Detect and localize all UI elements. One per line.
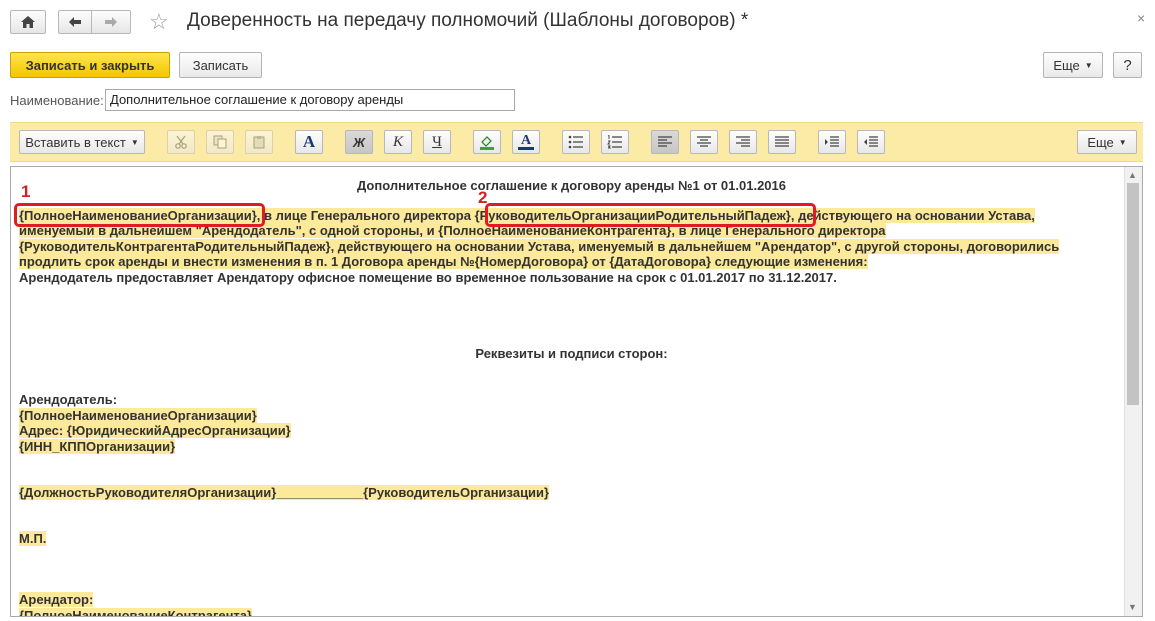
- text-fragment: {ПолноеНаименованиеОрганизации}: [19, 408, 257, 423]
- color-bar: [518, 147, 534, 150]
- bold-label: Ж: [352, 134, 366, 150]
- annotation-box-1: [14, 203, 265, 227]
- home-icon: [21, 16, 35, 28]
- text-color-button[interactable]: A: [512, 130, 540, 154]
- text-fragment: {ДолжностьРуководителяОрганизации}______…: [19, 485, 550, 500]
- dropdown-icon: ▼: [1118, 137, 1127, 147]
- font-icon: A: [302, 132, 316, 151]
- lessor-label: Арендодатель:: [19, 392, 118, 407]
- save-button[interactable]: Записать: [179, 52, 262, 78]
- paragraph-1-line-3: {РуководительКонтрагентаРодительныйПадеж…: [19, 239, 1060, 255]
- star-icon[interactable]: ☆: [149, 9, 169, 35]
- bullet-list-icon: [568, 135, 583, 149]
- window-title: Доверенность на передачу полномочий (Шаб…: [187, 10, 749, 31]
- text-fragment: , в лице Генерального директора: [256, 208, 475, 223]
- paragraph-2: Арендодатель предоставляет Арендатору оф…: [19, 270, 837, 285]
- scissors-icon: [175, 135, 187, 149]
- more-button[interactable]: Еще ▼: [1043, 52, 1103, 78]
- indent-increase-icon: [825, 136, 839, 147]
- arrow-left-icon: [69, 17, 81, 27]
- align-center-icon: [697, 136, 711, 147]
- font-button[interactable]: A: [295, 130, 323, 154]
- text-fragment: Арендатор:: [19, 592, 94, 607]
- italic-button[interactable]: К: [384, 130, 412, 154]
- lessee-name: {ПолноеНаименованиеКонтрагента}: [19, 608, 253, 616]
- text-fragment: {РуководительКонтрагентаРодительныйПадеж…: [19, 239, 1060, 254]
- align-justify-button[interactable]: [768, 130, 796, 154]
- align-right-button[interactable]: [729, 130, 757, 154]
- indent-decrease-button[interactable]: [857, 130, 885, 154]
- name-label: Наименование:: [10, 93, 104, 108]
- indent-decrease-icon: [864, 136, 878, 147]
- close-icon[interactable]: ×: [1137, 10, 1145, 26]
- vertical-scrollbar[interactable]: ▲ ▼: [1124, 167, 1142, 616]
- copy-icon: [213, 135, 227, 149]
- scrollbar-thumb[interactable]: [1127, 183, 1139, 405]
- paint-bucket-icon: [480, 136, 494, 150]
- bold-button[interactable]: Ж: [345, 130, 373, 154]
- name-input[interactable]: Дополнительное соглашение к договору аре…: [105, 89, 515, 111]
- text-fragment: , действующего на основании Устава,: [790, 208, 1035, 223]
- more-label: Еще: [1053, 57, 1080, 73]
- lessor-name: {ПолноеНаименованиеОрганизации}: [19, 408, 257, 424]
- numbered-list-button[interactable]: [601, 130, 629, 154]
- paste-button[interactable]: [245, 130, 273, 154]
- text-fragment: {ПолноеНаименованиеКонтрагента}: [19, 608, 253, 616]
- annotation-box-2: [485, 203, 816, 227]
- dropdown-icon: ▼: [1084, 60, 1093, 70]
- annotation-number-1: 1: [21, 182, 31, 201]
- save-and-close-button[interactable]: Записать и закрыть: [10, 52, 170, 78]
- signature-line: {ДолжностьРуководителяОрганизации}______…: [19, 485, 550, 501]
- paragraph-1-line-4: продлить срок аренды и внести изменения …: [19, 254, 868, 270]
- text-fragment: М.П.: [19, 531, 47, 546]
- format-toolbar: Вставить в текст ▼ A Ж К Ч A Еще ▼: [10, 122, 1143, 162]
- insert-into-text-button[interactable]: Вставить в текст ▼: [19, 130, 145, 154]
- align-left-button[interactable]: [651, 130, 679, 154]
- text-fragment: {ИНН_КППОрганизации}: [19, 439, 176, 454]
- underline-label: Ч: [432, 133, 442, 150]
- align-right-icon: [736, 136, 750, 147]
- text-fragment: продлить срок аренды и внести изменения …: [19, 254, 868, 269]
- lessor-address: Адрес: {ЮридическийАдресОрганизации}: [19, 423, 291, 439]
- requisites-heading: Реквезиты и подписи сторон:: [475, 346, 668, 361]
- scroll-down-icon[interactable]: ▼: [1128, 602, 1137, 612]
- bullet-list-button[interactable]: [562, 130, 590, 154]
- copy-button[interactable]: [206, 130, 234, 154]
- help-button[interactable]: ?: [1113, 52, 1142, 78]
- align-justify-icon: [775, 136, 789, 147]
- document-heading: Дополнительное соглашение к договору аре…: [357, 178, 786, 193]
- stamp-label: М.П.: [19, 531, 47, 547]
- toolbar-more-label: Еще: [1087, 134, 1114, 150]
- home-button[interactable]: [10, 10, 46, 34]
- document-editor[interactable]: Дополнительное соглашение к договору аре…: [10, 166, 1143, 617]
- align-left-icon: [658, 136, 672, 147]
- align-center-button[interactable]: [690, 130, 718, 154]
- background-color-button[interactable]: [473, 130, 501, 154]
- indent-increase-button[interactable]: [818, 130, 846, 154]
- back-button[interactable]: [58, 10, 92, 34]
- toolbar-more-button[interactable]: Еще ▼: [1077, 130, 1137, 154]
- text-color-icon: A: [520, 133, 532, 148]
- underline-button[interactable]: Ч: [423, 130, 451, 154]
- text-fragment: Адрес: {ЮридическийАдресОрганизации}: [19, 423, 291, 438]
- italic-label: К: [393, 133, 403, 150]
- scroll-up-icon[interactable]: ▲: [1128, 170, 1137, 180]
- dropdown-icon: ▼: [130, 137, 139, 147]
- arrow-right-icon: [105, 17, 117, 27]
- lessor-inn: {ИНН_КППОрганизации}: [19, 439, 176, 455]
- lessee-label: Арендатор:: [19, 592, 94, 608]
- insert-label: Вставить в текст: [25, 134, 126, 150]
- cut-button[interactable]: [167, 130, 195, 154]
- forward-button[interactable]: [91, 10, 131, 34]
- numbered-list-icon: [607, 135, 622, 149]
- clipboard-icon: [253, 136, 265, 149]
